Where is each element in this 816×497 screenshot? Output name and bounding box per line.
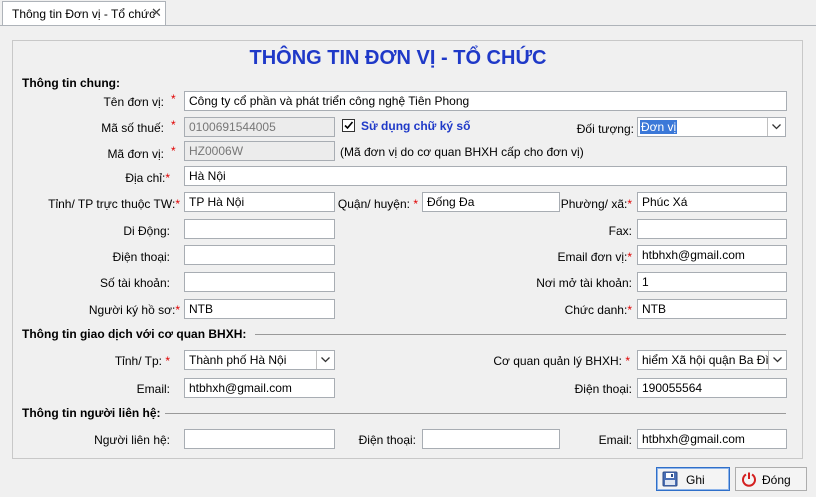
fax-label: Fax: <box>608 224 632 238</box>
ma-don-vi-field[interactable]: HZ0006W <box>184 141 335 161</box>
chevron-down-icon <box>772 124 781 130</box>
nguoi-ky-label: Người ký hồ sơ:* <box>88 303 180 317</box>
nguoi-lien-he-label: Người liên hệ: <box>94 433 170 447</box>
contact-dien-thoai-label: Điện thoại: <box>358 433 416 447</box>
save-button-label: Ghi <box>686 473 705 487</box>
tab-strip: Thông tin Đơn vị - Tổ chức ✕ <box>0 0 816 26</box>
co-quan-bhxh-value: hiểm Xã hội quận Ba Đình <box>642 353 783 367</box>
fax-field[interactable] <box>637 219 787 239</box>
quan-label: Quận/ huyện: * <box>337 197 418 211</box>
noi-mo-tk-field[interactable]: 1 <box>637 272 787 292</box>
required-mark: * <box>171 144 176 158</box>
divider <box>165 413 786 414</box>
dropdown-button[interactable] <box>316 351 334 369</box>
dia-chi-label: Địa chỉ:* <box>125 171 170 185</box>
di-dong-label: Di Động: <box>123 224 170 238</box>
chevron-down-icon <box>321 357 330 363</box>
bhxh-tinh-label: Tỉnh/ Tp: * <box>114 354 170 368</box>
co-quan-bhxh-label: Cơ quan quản lý BHXH: * <box>493 354 630 368</box>
bhxh-tinh-value: Thành phố Hà Nội <box>189 353 287 367</box>
chuc-danh-label: Chức danh:* <box>564 303 632 317</box>
doi-tuong-label: Đối tượng: <box>576 122 634 136</box>
so-tai-khoan-field[interactable] <box>184 272 335 292</box>
contact-email-field[interactable]: htbhxh@gmail.com <box>637 429 787 449</box>
contact-dien-thoai-field[interactable] <box>422 429 560 449</box>
ma-don-vi-label: Mã đơn vị: <box>107 147 164 161</box>
ma-so-thue-label: Mã số thuế: <box>101 121 164 135</box>
email-don-vi-field[interactable]: htbhxh@gmail.com <box>637 245 787 265</box>
close-button[interactable]: Đóng <box>735 467 807 491</box>
phuong-field[interactable]: Phúc Xá <box>637 192 787 212</box>
so-tai-khoan-label: Số tài khoản: <box>99 276 170 290</box>
dropdown-button[interactable] <box>767 118 785 136</box>
chevron-down-icon <box>773 357 782 363</box>
doi-tuong-value: Đơn vị <box>640 120 678 134</box>
co-quan-bhxh-select[interactable]: hiểm Xã hội quận Ba Đình <box>637 350 787 370</box>
required-mark: * <box>171 118 176 132</box>
dropdown-button[interactable] <box>768 351 786 369</box>
tinh-label: Tỉnh/ TP trực thuộc TW:* <box>48 197 180 211</box>
tinh-field[interactable]: TP Hà Nội <box>184 192 335 212</box>
bhxh-dien-thoai-field[interactable]: 190055564 <box>637 378 787 398</box>
tab-thong-tin-don-vi[interactable]: Thông tin Đơn vị - Tổ chức ✕ <box>2 1 166 25</box>
bhxh-dien-thoai-label: Điện thoại: <box>574 382 632 396</box>
page-title: THÔNG TIN ĐƠN VỊ - TỔ CHỨC <box>249 47 547 69</box>
chu-ky-so-checkbox[interactable] <box>342 119 355 132</box>
doi-tuong-select[interactable]: Đơn vị <box>637 117 786 137</box>
section-bhxh-heading: Thông tin giao dịch với cơ quan BHXH: <box>22 327 247 341</box>
bhxh-email-field[interactable]: htbhxh@gmail.com <box>184 378 335 398</box>
close-button-label: Đóng <box>762 473 791 487</box>
section-contact-heading: Thông tin người liên hệ: <box>22 406 161 420</box>
quan-field[interactable]: Đống Đa <box>422 192 560 212</box>
floppy-disk-icon <box>662 471 678 487</box>
ten-don-vi-field[interactable]: Công ty cổ phần và phát triển công nghệ … <box>184 91 787 111</box>
chuc-danh-field[interactable]: NTB <box>637 299 787 319</box>
divider <box>255 334 786 335</box>
power-icon <box>742 472 756 487</box>
required-mark: * <box>171 92 176 106</box>
save-button[interactable]: Ghi <box>656 467 730 491</box>
section-general-heading: Thông tin chung: <box>22 76 120 90</box>
ma-don-vi-note: (Mã đơn vị do cơ quan BHXH cấp cho đơn v… <box>340 145 584 159</box>
ma-so-thue-field[interactable]: 0100691544005 <box>184 117 335 137</box>
dien-thoai-label: Điện thoại: <box>112 250 170 264</box>
bhxh-tinh-select[interactable]: Thành phố Hà Nội <box>184 350 335 370</box>
nguoi-ky-field[interactable]: NTB <box>184 299 335 319</box>
dia-chi-field[interactable]: Hà Nội <box>184 166 787 186</box>
di-dong-field[interactable] <box>184 219 335 239</box>
phuong-label: Phường/ xã:* <box>560 197 632 211</box>
bhxh-email-label: Email: <box>136 382 170 396</box>
tab-label: Thông tin Đơn vị - Tổ chức <box>12 7 156 21</box>
chu-ky-so-label[interactable]: Sử dụng chữ ký số <box>361 119 470 133</box>
checkmark-icon <box>344 121 354 130</box>
noi-mo-tk-label: Nơi mở tài khoản: <box>536 276 632 290</box>
dien-thoai-field[interactable] <box>184 245 335 265</box>
nguoi-lien-he-field[interactable] <box>184 429 335 449</box>
ten-don-vi-label: Tên đơn vị: <box>103 95 164 109</box>
email-don-vi-label: Email đơn vị:* <box>557 250 632 264</box>
close-tab-icon[interactable]: ✕ <box>151 5 162 21</box>
contact-email-label: Email: <box>598 433 632 447</box>
